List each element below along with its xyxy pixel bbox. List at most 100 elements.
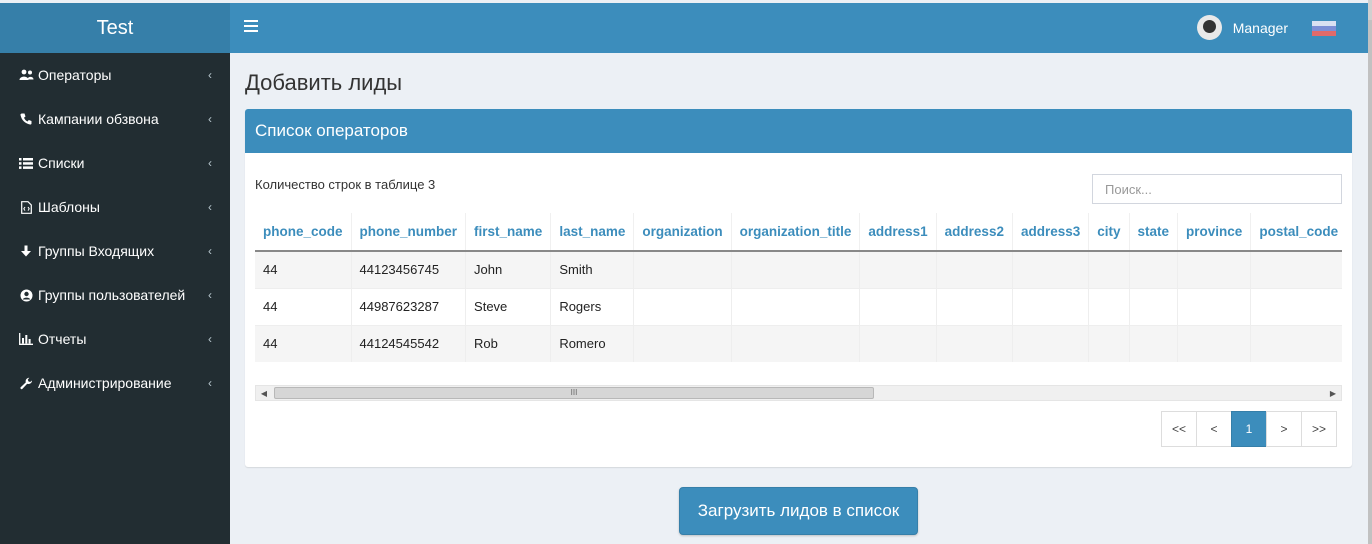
column-header-11[interactable]: province — [1177, 213, 1252, 252]
sidebar-menu: Операторы ‹ Кампании обзвона ‹ Списки ‹ … — [0, 53, 230, 405]
bar-chart-icon — [18, 332, 34, 346]
page-scrollbar[interactable] — [1368, 0, 1372, 544]
phone-icon — [18, 112, 34, 126]
table-cell: 44 — [255, 324, 352, 362]
column-header-7[interactable]: address2 — [936, 213, 1013, 252]
table-row[interactable]: 44 44987623287 Steve Rogers — [255, 287, 1342, 325]
sidebar-item-label: Отчеты — [38, 331, 87, 347]
column-header-4[interactable]: organization — [633, 213, 732, 252]
table-cell — [1012, 324, 1090, 362]
table-cell: 44123456745 — [351, 250, 467, 288]
table-cell: 44987623287 — [351, 287, 467, 325]
wrench-icon — [18, 376, 34, 390]
column-header-0[interactable]: phone_code — [255, 213, 352, 252]
chevron-left-icon: ‹ — [208, 244, 212, 258]
chevron-left-icon: ‹ — [208, 200, 212, 214]
rows-count-info: Количество строк в таблице 3 — [255, 177, 436, 192]
list-icon — [18, 156, 34, 170]
table-cell — [1129, 324, 1179, 362]
top-navbar: Manager — [230, 3, 1368, 53]
chevron-left-icon: ‹ — [208, 68, 212, 82]
sidebar-item-label: Администрирование — [38, 375, 172, 391]
sidebar-item-campaigns[interactable]: Кампании обзвона ‹ — [0, 97, 230, 141]
table-cell — [936, 287, 1013, 325]
sidebar-item-label: Шаблоны — [38, 199, 100, 215]
sidebar-item-label: Списки — [38, 155, 85, 171]
table-cell: Smith — [550, 250, 635, 288]
current-page-button[interactable]: 1 — [1231, 411, 1267, 447]
search-input[interactable] — [1092, 174, 1342, 204]
table-cell — [633, 250, 732, 288]
chevron-left-icon: ‹ — [208, 112, 212, 126]
app-logo[interactable]: Test — [0, 0, 230, 53]
column-header-5[interactable]: organization_title — [731, 213, 861, 252]
language-flag-icon[interactable] — [1312, 21, 1336, 37]
sidebar-item-administration[interactable]: Администрирование ‹ — [0, 361, 230, 405]
chevron-left-icon: ‹ — [208, 156, 212, 170]
sidebar-item-lists[interactable]: Списки ‹ — [0, 141, 230, 185]
hamburger-menu-icon[interactable] — [244, 20, 258, 34]
column-header-10[interactable]: state — [1129, 213, 1179, 252]
table-row[interactable]: 44 44124545542 Rob Romero — [255, 324, 1342, 362]
table-cell — [1250, 324, 1342, 362]
page-title: Добавить лиды — [245, 70, 403, 95]
load-leads-button[interactable]: Загрузить лидов в список — [679, 487, 918, 535]
sidebar-item-operators[interactable]: Операторы ‹ — [0, 53, 230, 97]
chevron-left-icon: ‹ — [208, 376, 212, 390]
table-cell — [859, 324, 937, 362]
last-page-button[interactable]: >> — [1301, 411, 1337, 447]
first-page-button[interactable]: << — [1161, 411, 1197, 447]
table-cell — [1012, 287, 1090, 325]
table-cell: 44 — [255, 287, 352, 325]
table-cell — [936, 250, 1013, 288]
scrollbar-thumb[interactable]: III — [274, 387, 874, 399]
sidebar-item-reports[interactable]: Отчеты ‹ — [0, 317, 230, 361]
sidebar-item-user-groups[interactable]: Группы пользователей ‹ — [0, 273, 230, 317]
prev-page-button[interactable]: < — [1196, 411, 1232, 447]
chevron-left-icon: ‹ — [208, 332, 212, 346]
table-cell — [1177, 250, 1252, 288]
column-header-2[interactable]: first_name — [465, 213, 552, 252]
table-cell — [633, 324, 732, 362]
table-cell: Rob — [465, 324, 552, 362]
arrow-down-icon — [18, 244, 34, 258]
scroll-left-icon[interactable]: ◀ — [256, 386, 272, 400]
table-cell: Steve — [465, 287, 552, 325]
column-header-12[interactable]: postal_code — [1250, 213, 1342, 252]
table-cell — [731, 287, 861, 325]
next-page-button[interactable]: > — [1266, 411, 1302, 447]
table-cell: Romero — [550, 324, 635, 362]
avatar — [1196, 15, 1222, 40]
column-header-9[interactable]: city — [1088, 213, 1130, 252]
column-header-8[interactable]: address3 — [1012, 213, 1090, 252]
user-circle-icon — [18, 288, 34, 302]
column-header-3[interactable]: last_name — [550, 213, 635, 252]
sidebar-item-label: Группы Входящих — [38, 243, 155, 259]
pagination: << < 1 > >> — [1161, 411, 1337, 447]
sidebar-item-label: Группы пользователей — [38, 287, 186, 303]
scroll-right-icon[interactable]: ▶ — [1325, 386, 1341, 400]
table-cell — [859, 287, 937, 325]
user-menu[interactable]: Manager — [1196, 15, 1288, 40]
users-icon — [18, 68, 34, 82]
table-cell — [731, 250, 861, 288]
column-header-1[interactable]: phone_number — [351, 213, 467, 252]
table-cell — [1177, 324, 1252, 362]
table-cell — [731, 324, 861, 362]
table-cell — [1177, 287, 1252, 325]
table-cell — [1012, 250, 1090, 288]
sidebar-item-inbound-groups[interactable]: Группы Входящих ‹ — [0, 229, 230, 273]
table-cell — [936, 324, 1013, 362]
table-horizontal-scrollbar[interactable]: ◀ III ▶ — [255, 385, 1342, 401]
table-cell — [633, 287, 732, 325]
table-cell — [1088, 287, 1130, 325]
table-cell: John — [465, 250, 552, 288]
sidebar-item-templates[interactable]: Шаблоны ‹ — [0, 185, 230, 229]
table-row[interactable]: 44 44123456745 John Smith — [255, 250, 1342, 288]
table-body: 44 44123456745 John Smith 44 44987623287 Steve… — [255, 250, 1342, 362]
column-header-6[interactable]: address1 — [859, 213, 937, 252]
box-title: Список операторов — [245, 109, 1352, 153]
table-cell — [1250, 250, 1342, 288]
table-cell — [859, 250, 937, 288]
file-code-icon — [18, 200, 34, 214]
